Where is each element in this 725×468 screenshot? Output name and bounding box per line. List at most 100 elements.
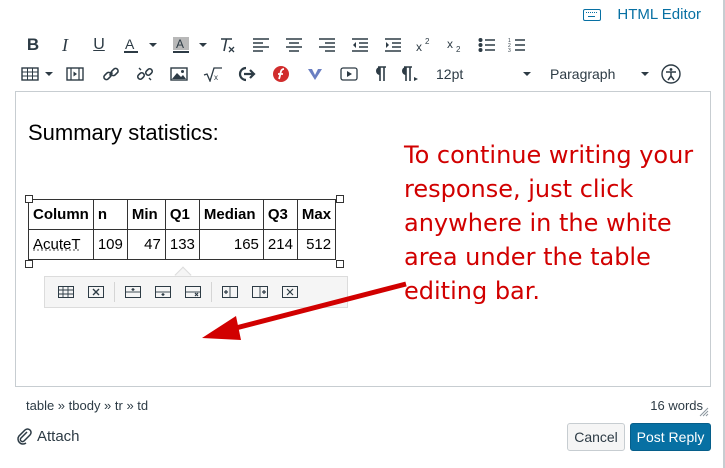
superscript-icon: x2: [416, 37, 430, 53]
resize-grip-icon[interactable]: [699, 407, 709, 417]
rtl-button[interactable]: [394, 61, 428, 87]
font-size-select[interactable]: 12pt: [428, 61, 536, 87]
svg-text:x: x: [416, 40, 422, 53]
background-color-dropdown[interactable]: [196, 32, 210, 58]
text-color-dropdown[interactable]: [146, 32, 160, 58]
table-header-cell[interactable]: n: [92, 199, 128, 230]
numbered-list-button[interactable]: 123: [503, 32, 531, 58]
insert-row-after-button[interactable]: [148, 279, 178, 305]
equation-button[interactable]: x: [196, 61, 230, 87]
svg-text:x: x: [214, 73, 218, 82]
image-button[interactable]: [162, 61, 196, 87]
align-center-icon: [285, 38, 302, 52]
insert-row-before-button[interactable]: [118, 279, 148, 305]
resize-handle-top-left[interactable]: [25, 195, 33, 203]
unlink-button[interactable]: [128, 61, 162, 87]
video-button[interactable]: [332, 61, 366, 87]
table-header-cell[interactable]: Q3: [262, 199, 298, 230]
table-cell[interactable]: 165: [198, 229, 264, 260]
font-size-value: 12pt: [436, 66, 464, 82]
table-cell[interactable]: 133: [164, 229, 200, 260]
formatting-toolbar: B I U A A x2 x2 123: [18, 32, 531, 58]
svg-text:x: x: [447, 37, 453, 51]
delete-table-button[interactable]: [81, 279, 111, 305]
table-cell[interactable]: 47: [126, 229, 166, 260]
accessibility-checker-button[interactable]: [654, 61, 688, 87]
embed-button[interactable]: [230, 61, 264, 87]
ltr-button[interactable]: [366, 61, 394, 87]
subscript-icon: x2: [447, 37, 461, 53]
align-right-button[interactable]: [310, 32, 343, 58]
delete-table-icon: [88, 286, 104, 298]
insert-toolbar: x 12pt Paragraph: [18, 61, 688, 87]
insert-column-before-button[interactable]: [215, 279, 245, 305]
bullet-list-button[interactable]: [471, 32, 503, 58]
indent-icon: [384, 38, 401, 52]
background-color-button[interactable]: A: [166, 32, 196, 58]
resize-handle-bottom-right[interactable]: [336, 260, 344, 268]
block-format-select[interactable]: Paragraph: [536, 61, 654, 87]
unlink-icon: [136, 67, 154, 81]
align-right-icon: [318, 38, 335, 52]
attach-button[interactable]: Attach: [15, 427, 80, 445]
accessibility-icon: [661, 64, 681, 84]
link-button[interactable]: [94, 61, 128, 87]
svg-text:2: 2: [456, 45, 461, 53]
media-button[interactable]: [56, 61, 94, 87]
svg-text:A: A: [125, 36, 135, 52]
underline-button[interactable]: U: [82, 32, 116, 58]
table-dropdown[interactable]: [42, 61, 56, 87]
svg-text:2: 2: [425, 37, 430, 46]
cancel-button[interactable]: Cancel: [567, 423, 625, 451]
table-cell[interactable]: 109: [92, 229, 128, 260]
table-header-cell[interactable]: Min: [126, 199, 166, 230]
html-editor-link[interactable]: HTML Editor: [583, 6, 701, 23]
delete-row-button[interactable]: [178, 279, 208, 305]
table-header-cell[interactable]: Q1: [164, 199, 200, 230]
table-button[interactable]: [18, 61, 42, 87]
paragraph-rtl-icon: [402, 66, 418, 81]
align-left-button[interactable]: [244, 32, 277, 58]
element-path: table » tbody » tr » td: [26, 398, 149, 413]
insert-column-after-button[interactable]: [245, 279, 275, 305]
italic-button[interactable]: I: [48, 32, 82, 58]
delete-row-icon: [185, 286, 201, 298]
delete-column-icon: [282, 286, 298, 298]
vimeo-button[interactable]: [298, 61, 332, 87]
text-color-button[interactable]: A: [116, 32, 146, 58]
post-reply-button[interactable]: Post Reply: [630, 423, 711, 451]
outdent-button[interactable]: [343, 32, 376, 58]
table-header-cell[interactable]: Median: [198, 199, 264, 230]
caret-down-icon: [641, 72, 649, 76]
delete-column-button[interactable]: [275, 279, 305, 305]
table-properties-button[interactable]: [51, 279, 81, 305]
insert-column-before-icon: [222, 286, 238, 298]
superscript-button[interactable]: x2: [409, 32, 439, 58]
bold-button[interactable]: B: [18, 32, 48, 58]
play-icon: [340, 67, 358, 81]
align-left-icon: [252, 38, 269, 52]
paragraph-ltr-icon: [376, 66, 386, 81]
insert-row-after-icon: [155, 286, 171, 298]
table-icon: [21, 67, 39, 81]
table-header-cell[interactable]: Max: [296, 199, 337, 230]
block-format-value: Paragraph: [550, 66, 616, 82]
bold-icon: B: [26, 35, 40, 54]
flash-button[interactable]: [264, 61, 298, 87]
clear-formatting-icon: [221, 38, 235, 53]
resize-handle-top-right[interactable]: [336, 195, 344, 203]
table-cell[interactable]: AcuteT: [28, 229, 94, 260]
table-header-cell[interactable]: Column: [28, 199, 94, 230]
summary-stats-table[interactable]: Column n Min Q1 Median Q3 Max AcuteT 109…: [28, 199, 337, 260]
resize-handle-bottom-left[interactable]: [25, 260, 33, 268]
align-center-button[interactable]: [277, 32, 310, 58]
text-color-icon: A: [124, 36, 138, 53]
indent-button[interactable]: [376, 32, 409, 58]
subscript-button[interactable]: x2: [439, 32, 471, 58]
numbered-list-icon: 123: [508, 38, 525, 53]
clear-formatting-button[interactable]: [210, 32, 244, 58]
outdent-icon: [351, 38, 368, 52]
table-cell[interactable]: 214: [262, 229, 298, 260]
stats-table-wrapper[interactable]: Column n Min Q1 Median Q3 Max AcuteT 109…: [28, 199, 337, 260]
table-cell[interactable]: 512: [296, 229, 337, 260]
